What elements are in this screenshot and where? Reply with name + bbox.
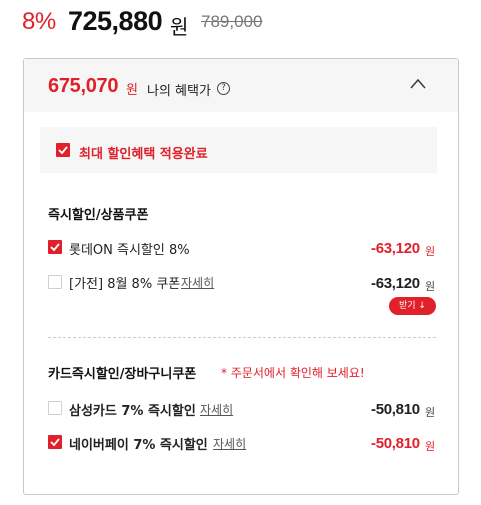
question-circle-icon[interactable]: ? [217, 82, 230, 95]
samsung-card-label: 삼성카드 7% 즉시할인 [69, 404, 196, 419]
check-icon [58, 146, 68, 155]
max-benefit-label: 최대 할인혜택 적용완료 [79, 147, 208, 162]
discount-rate: 8% [22, 8, 56, 35]
coupon-label: [가전] 8월 8% 쿠폰 [69, 277, 181, 292]
samsung-card-checkbox[interactable] [48, 401, 62, 415]
my-benefit-currency: 원 [126, 83, 138, 98]
coupon-amount: -63,120 [371, 275, 420, 292]
samsung-card-detail-link[interactable]: 자세히 [200, 401, 233, 418]
max-benefit-checkbox[interactable] [56, 143, 70, 157]
naverpay-currency: 원 [425, 440, 436, 453]
lotteon-discount-amount: -63,120 [371, 240, 420, 257]
samsung-card-amount: -50,810 [371, 401, 420, 418]
instant-discount-section-title: 즉시할인/상품쿠폰 [48, 208, 149, 223]
naverpay-amount: -50,810 [371, 435, 420, 452]
get-coupon-button[interactable]: 받기 ↓ [389, 297, 436, 315]
coupon-currency: 원 [425, 280, 436, 293]
card-discount-note: * 주문서에서 확인해 보세요! [221, 366, 365, 380]
lotteon-discount-currency: 원 [425, 245, 436, 258]
lotteon-discount-checkbox[interactable] [48, 240, 62, 254]
my-benefit-price: 675,070 [48, 75, 119, 97]
naverpay-detail-link[interactable]: 자세히 [213, 435, 246, 452]
check-icon [50, 438, 60, 447]
naverpay-checkbox[interactable] [48, 435, 62, 449]
my-benefit-label: 나의 혜택가 [147, 84, 211, 99]
sale-price-currency: 원 [170, 15, 189, 39]
lotteon-discount-label: 롯데ON 즉시할인 8% [69, 243, 190, 258]
original-price: 789,000 [201, 12, 263, 31]
samsung-card-currency: 원 [425, 406, 436, 419]
naverpay-label: 네이버페이 7% 즉시할인 [69, 438, 208, 453]
check-icon [50, 243, 60, 252]
coupon-checkbox[interactable] [48, 275, 62, 289]
chevron-up-icon[interactable] [410, 78, 426, 90]
coupon-detail-link[interactable]: 자세히 [181, 274, 214, 291]
sale-price: 725,880 [68, 6, 163, 36]
card-discount-section-title: 카드즉시할인/장바구니쿠폰 [48, 367, 197, 382]
section-divider [48, 337, 436, 338]
